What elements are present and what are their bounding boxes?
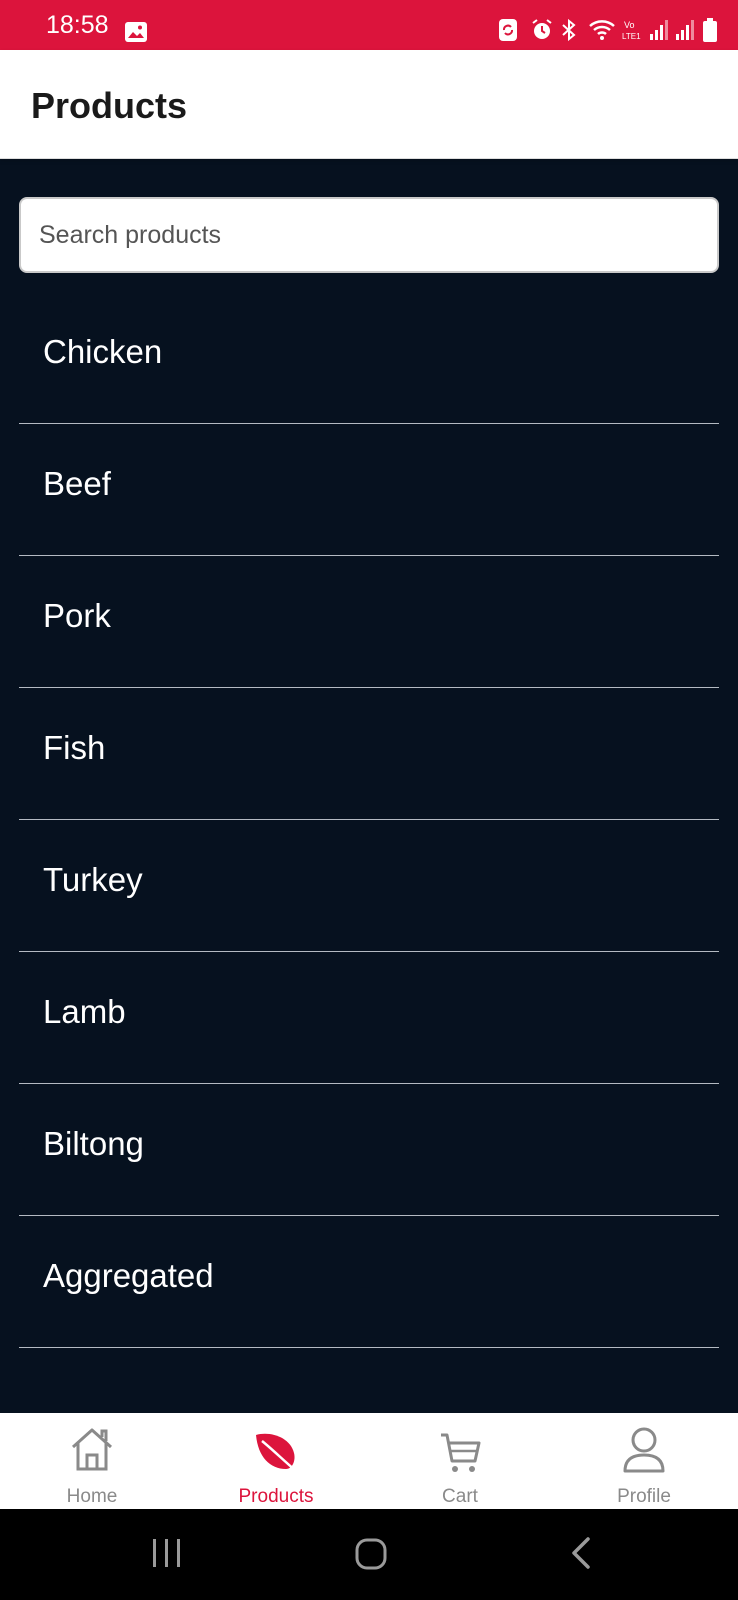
list-item-label: Fish	[43, 729, 106, 766]
list-item-label: Biltong	[43, 1125, 144, 1162]
status-time: 18:58	[46, 11, 109, 39]
list-item-label: Pork	[43, 597, 111, 634]
tab-home[interactable]: Home	[0, 1413, 184, 1509]
profile-icon	[623, 1427, 665, 1473]
system-nav-bar	[0, 1509, 738, 1600]
sync-icon	[499, 19, 517, 41]
list-item-aggregated[interactable]: Aggregated	[19, 1216, 719, 1348]
svg-text:Vo: Vo	[624, 20, 635, 30]
list-item-label: Turkey	[43, 861, 143, 898]
signal-icon-2	[676, 20, 694, 40]
tab-label: Profile	[617, 1486, 671, 1507]
battery-icon	[703, 18, 717, 42]
page-title: Products	[31, 85, 188, 126]
tab-profile[interactable]: Profile	[552, 1413, 736, 1509]
home-circle-icon[interactable]	[354, 1533, 388, 1573]
search-input[interactable]	[19, 197, 719, 273]
tab-label: Home	[66, 1486, 118, 1507]
list-item-label: Aggregated	[43, 1257, 214, 1294]
cart-icon	[441, 1433, 481, 1472]
tab-products[interactable]: Products	[184, 1413, 368, 1509]
tab-cart[interactable]: Cart	[368, 1413, 552, 1509]
app-bar: Products	[0, 50, 738, 159]
list-item-biltong[interactable]: Biltong	[19, 1084, 719, 1216]
list-item-label: Lamb	[43, 993, 126, 1030]
leaf-icon	[256, 1433, 297, 1472]
home-icon	[71, 1428, 113, 1471]
alarm-icon	[532, 19, 552, 39]
product-list: Chicken Beef Pork Fish Turkey Lamb Bilto…	[19, 292, 719, 1348]
list-item-label: Chicken	[43, 333, 163, 370]
gallery-notification-icon	[125, 22, 147, 42]
signal-icon	[650, 20, 668, 40]
list-item-turkey[interactable]: Turkey	[19, 820, 719, 952]
status-bar: 18:58 Vo LTE1	[0, 0, 738, 50]
recents-icon[interactable]	[150, 1533, 184, 1573]
bluetooth-icon	[562, 18, 576, 42]
svg-text:LTE1: LTE1	[622, 32, 641, 41]
list-item-lamb[interactable]: Lamb	[19, 952, 719, 1084]
list-item-chicken[interactable]: Chicken	[19, 292, 719, 424]
list-item-beef[interactable]: Beef	[19, 424, 719, 556]
tab-label: Cart	[442, 1486, 478, 1507]
list-item-pork[interactable]: Pork	[19, 556, 719, 688]
list-item-label: Beef	[43, 465, 111, 502]
wifi-icon	[589, 20, 615, 40]
tab-label: Products	[238, 1486, 314, 1507]
back-icon[interactable]	[566, 1533, 596, 1573]
list-item-fish[interactable]: Fish	[19, 688, 719, 820]
bottom-nav: Home Products Cart Profile	[0, 1413, 738, 1509]
volte-icon: Vo LTE1	[622, 20, 641, 41]
